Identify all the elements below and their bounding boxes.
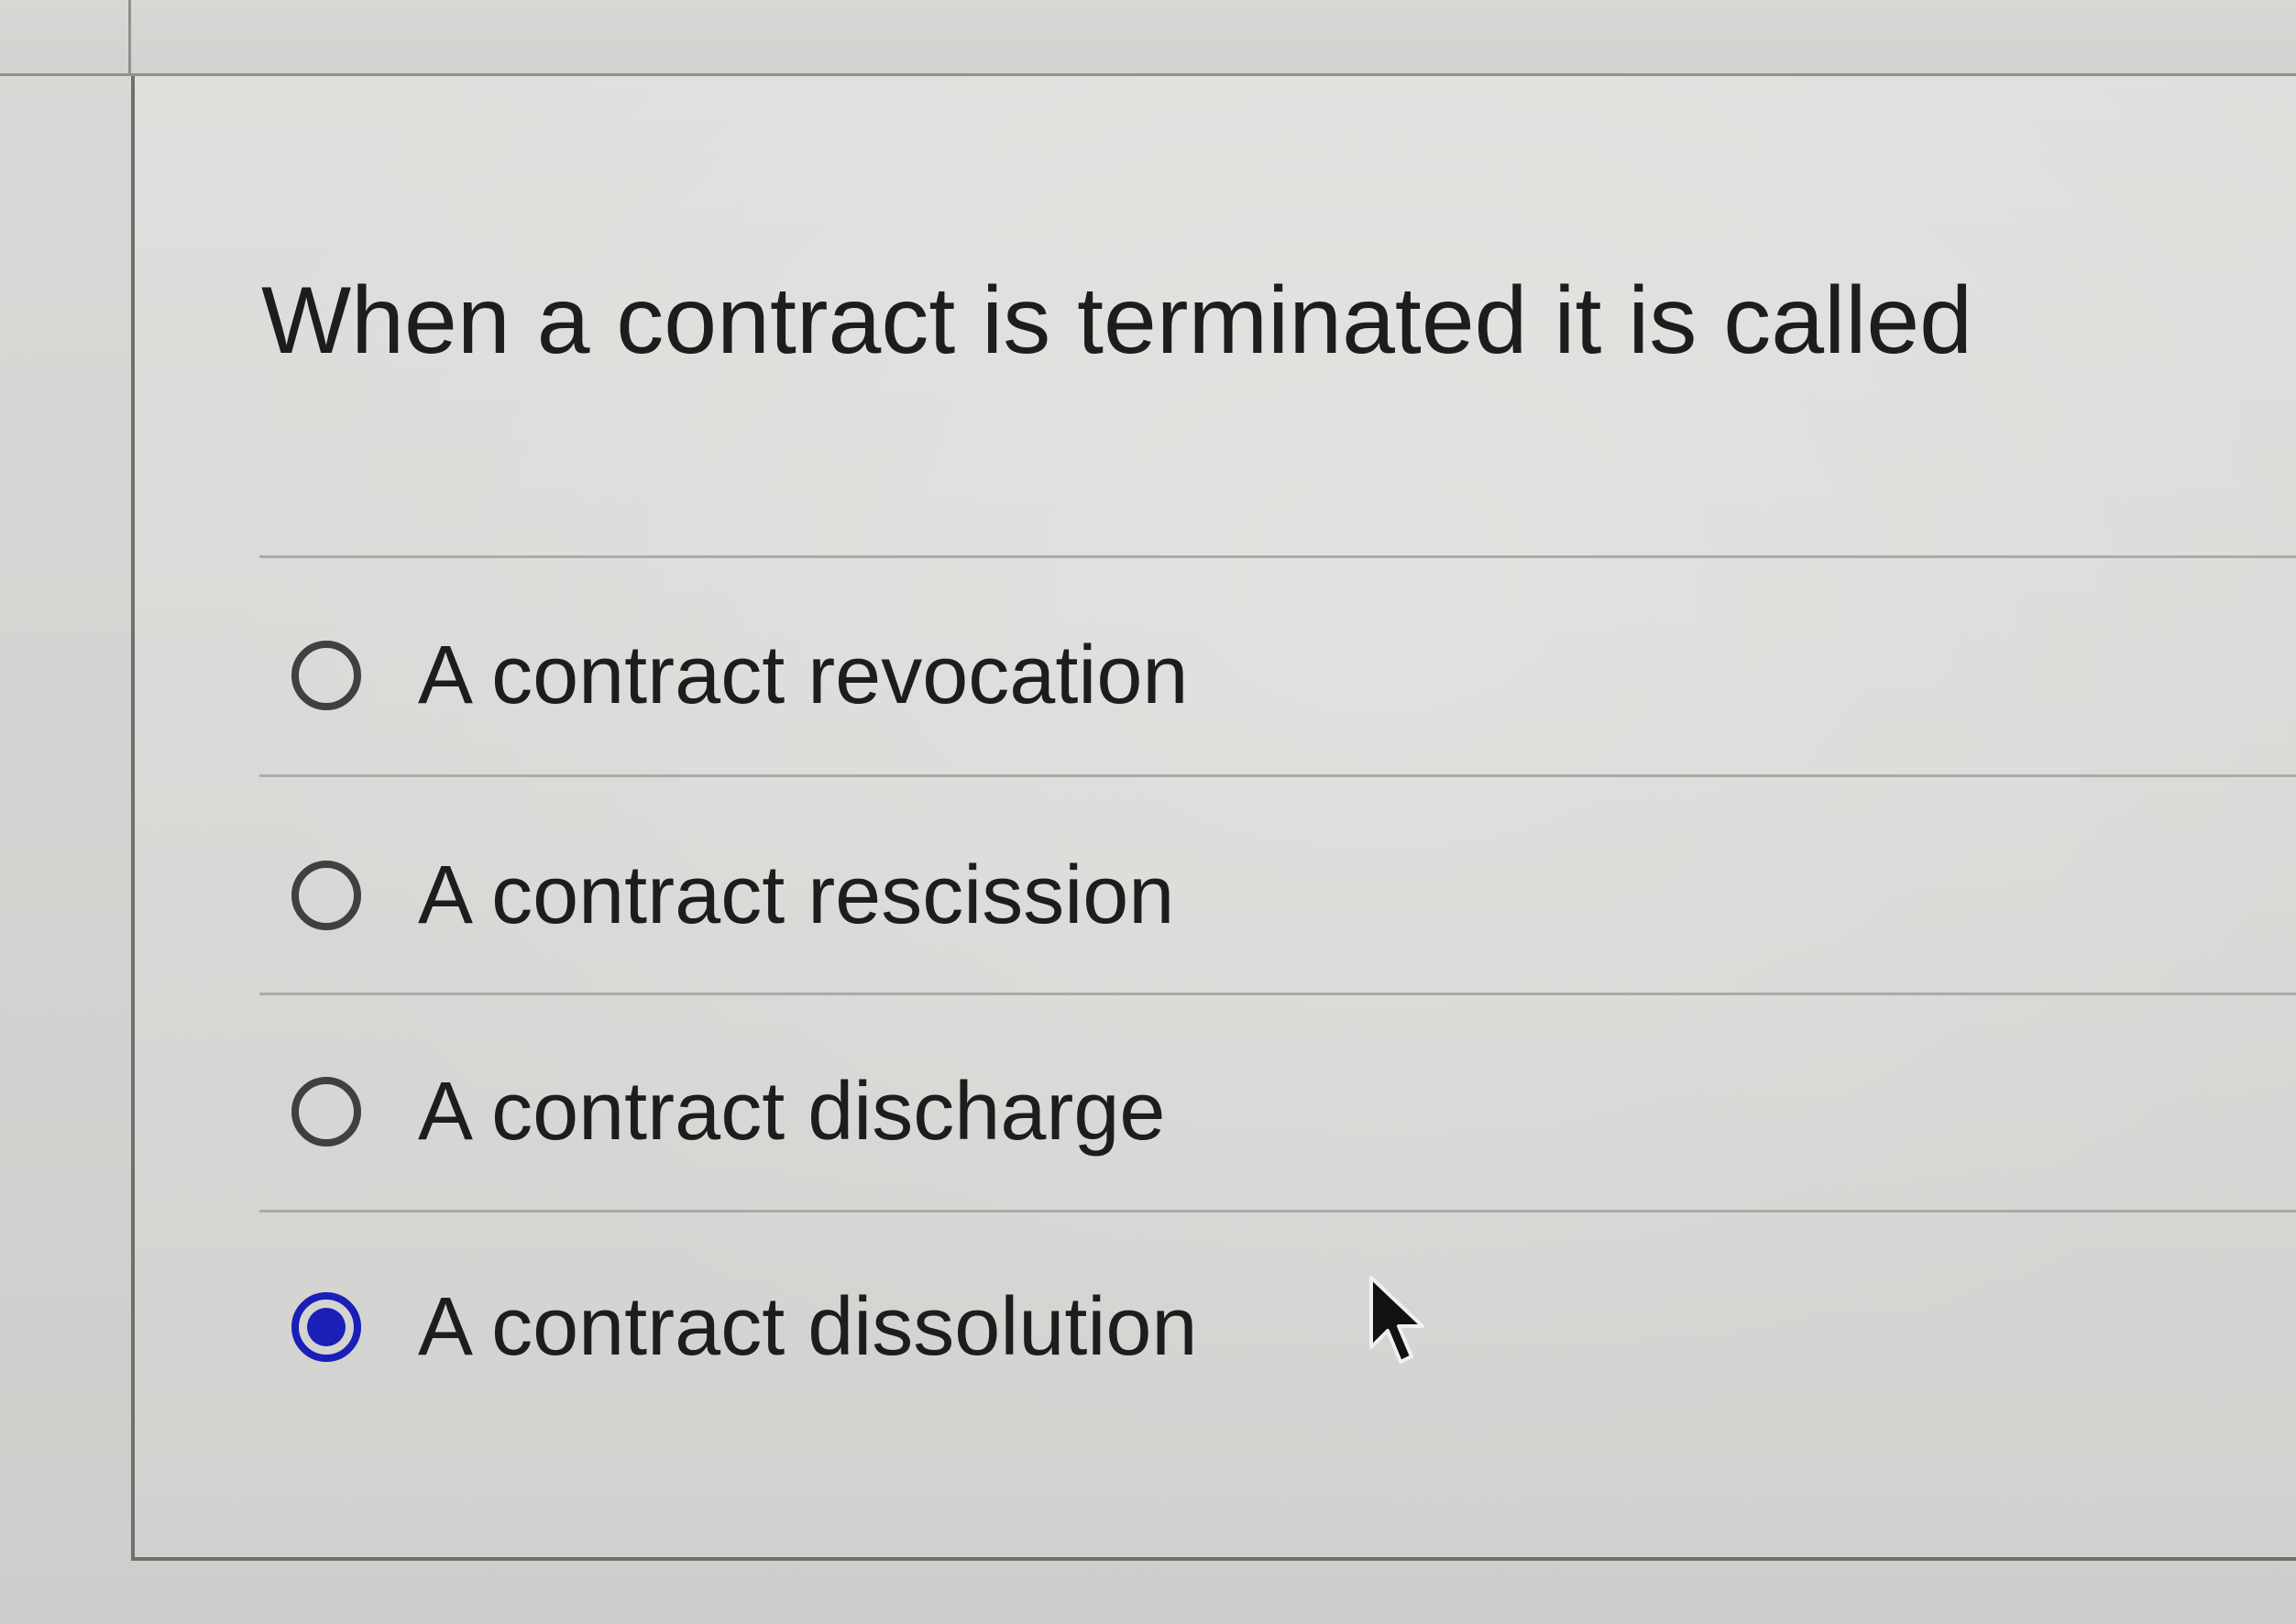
divider-top: [259, 555, 2296, 558]
divider: [259, 774, 2296, 777]
screen-background: When a contract is terminated it is call…: [0, 0, 2296, 1624]
option-label[interactable]: A contract rescission: [418, 854, 1174, 937]
option-label[interactable]: A contract discharge: [418, 1070, 1165, 1153]
radio-unselected-icon[interactable]: [291, 861, 361, 930]
divider: [259, 1210, 2296, 1213]
mouse-pointer-icon: [1369, 1276, 1424, 1364]
option-label[interactable]: A contract revocation: [418, 634, 1188, 717]
option-rescission[interactable]: A contract rescission: [291, 845, 1174, 946]
option-dissolution[interactable]: A contract dissolution: [291, 1277, 1197, 1377]
option-discharge[interactable]: A contract discharge: [291, 1061, 1165, 1162]
radio-unselected-icon[interactable]: [291, 641, 361, 710]
option-revocation[interactable]: A contract revocation: [291, 625, 1188, 726]
divider: [259, 993, 2296, 995]
previous-card-edge: [0, 0, 2296, 76]
radio-unselected-icon[interactable]: [291, 1077, 361, 1147]
question-text: When a contract is terminated it is call…: [261, 268, 1973, 374]
previous-card-left-border: [128, 0, 131, 73]
option-label[interactable]: A contract dissolution: [418, 1286, 1197, 1368]
radio-selected-icon[interactable]: [291, 1292, 361, 1362]
